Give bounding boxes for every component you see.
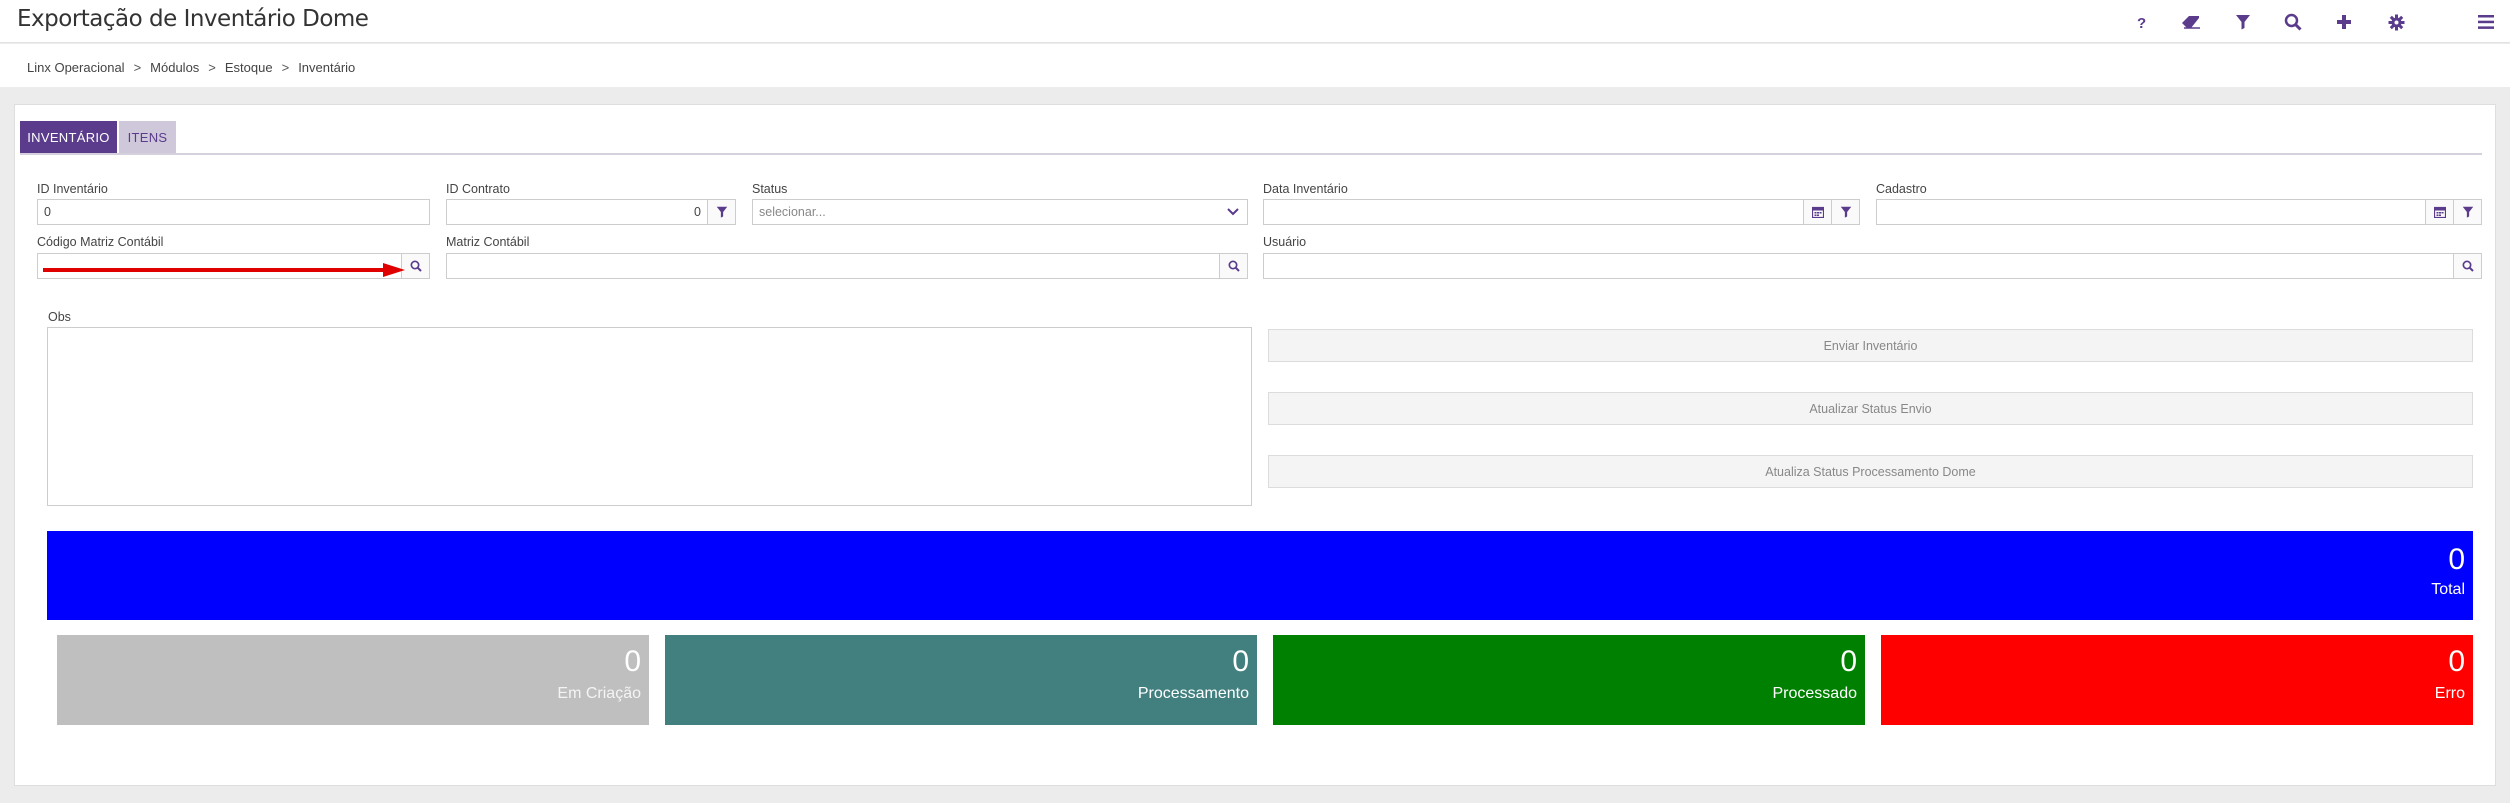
stat-processamento-label: Processamento [1137,685,1249,702]
matriz-contabil-search-button[interactable] [1219,254,1247,278]
breadcrumb-item-estoque[interactable]: Estoque [225,60,273,75]
data-inventario-calendar-button[interactable] [1803,200,1831,224]
id-contrato-value: 0 [694,205,701,219]
stat-processado-card[interactable]: 0 Processado [1273,635,1865,725]
cadastro-label: Cadastro [1876,182,1927,196]
matriz-contabil-label: Matriz Contábil [446,235,530,249]
stat-processamento-card[interactable]: 0 Processamento [665,635,1257,725]
breadcrumb: Linx Operacional > Módulos > Estoque > Inventá… [27,60,355,75]
data-inventario-field[interactable] [1263,199,1860,225]
atualiza-status-processamento-button[interactable]: Atualiza Status Processamento Dome [1268,455,2473,488]
filter-icon[interactable] [2230,9,2256,35]
menu-icon[interactable] [2473,9,2499,35]
usuario-field[interactable] [1263,253,2482,279]
id-inventario-label: ID Inventário [37,182,108,196]
stat-processado-value: 0 [1840,645,1857,678]
stat-erro-card[interactable]: 0 Erro [1881,635,2473,725]
eraser-icon[interactable] [2178,9,2204,35]
enviar-inventario-button[interactable]: Enviar Inventário [1268,329,2473,362]
obs-textarea[interactable] [47,327,1252,506]
breadcrumb-item-modulos[interactable]: Módulos [150,60,199,75]
usuario-label: Usuário [1263,235,1307,249]
id-inventario-field[interactable]: 0 [37,199,430,225]
obs-label: Obs [48,310,71,324]
data-inventario-filter-button[interactable] [1831,200,1859,224]
tab-divider [20,153,2482,155]
breadcrumb-item-inventario[interactable]: Inventário [298,60,355,75]
stat-erro-label: Erro [2434,685,2465,702]
search-icon [1228,260,1240,272]
status-placeholder: selecionar... [759,205,826,219]
stat-em-criacao-value: 0 [624,645,641,678]
id-contrato-filter-button[interactable] [707,200,735,224]
stat-total-card[interactable]: 0 Total [47,531,2473,620]
plus-icon[interactable] [2331,9,2357,35]
cadastro-field[interactable] [1876,199,2482,225]
calendar-icon [2433,206,2446,218]
page-title: Exportação de Inventário Dome [17,6,369,32]
breadcrumb-item-linx-operacional[interactable]: Linx Operacional [27,60,125,75]
filter-icon [1840,206,1851,218]
codigo-matriz-search-button[interactable] [401,254,429,278]
id-contrato-label: ID Contrato [446,182,510,196]
svg-text:?: ? [2137,15,2146,30]
breadcrumb-bar: Linx Operacional > Módulos > Estoque > Inventá… [0,44,2510,87]
stat-processamento-value: 0 [1232,645,1249,678]
stat-total-value: 0 [2448,543,2465,576]
stat-em-criacao-card[interactable]: 0 Em Criação [57,635,649,725]
data-inventario-label: Data Inventário [1263,182,1348,196]
id-inventario-value: 0 [44,205,51,219]
breadcrumb-separator: > [281,60,290,75]
tab-itens[interactable]: ITENS [119,121,176,153]
status-label: Status [752,182,788,196]
help-icon[interactable]: ? [2129,9,2155,35]
search-icon[interactable] [2280,9,2306,35]
filter-icon [716,206,727,218]
status-select[interactable]: selecionar... [752,199,1248,225]
id-contrato-field[interactable]: 0 [446,199,736,225]
matriz-contabil-field[interactable] [446,253,1248,279]
breadcrumb-separator: > [208,60,216,75]
stat-total-label: Total [2431,581,2465,598]
stat-processado-label: Processado [1772,685,1858,702]
atualizar-status-envio-button[interactable]: Atualizar Status Envio [1268,392,2473,425]
usuario-search-button[interactable] [2453,254,2481,278]
main-panel: INVENTÁRIO ITENS ID Inventário ID Contra… [14,104,2496,786]
breadcrumb-separator: > [133,60,142,75]
gear-icon[interactable] [2383,9,2409,35]
stat-erro-value: 0 [2448,645,2465,678]
search-icon [410,260,422,272]
tab-inventario[interactable]: INVENTÁRIO [20,121,117,153]
cadastro-filter-button[interactable] [2453,200,2481,224]
annotation-arrow [43,263,405,277]
stat-em-criacao-label: Em Criação [557,685,641,702]
search-icon [2462,260,2474,272]
filter-icon [2462,206,2473,218]
calendar-icon [1811,206,1824,218]
codigo-matriz-label: Código Matriz Contábil [37,235,164,249]
chevron-down-icon[interactable] [1219,200,1247,224]
cadastro-calendar-button[interactable] [2425,200,2453,224]
